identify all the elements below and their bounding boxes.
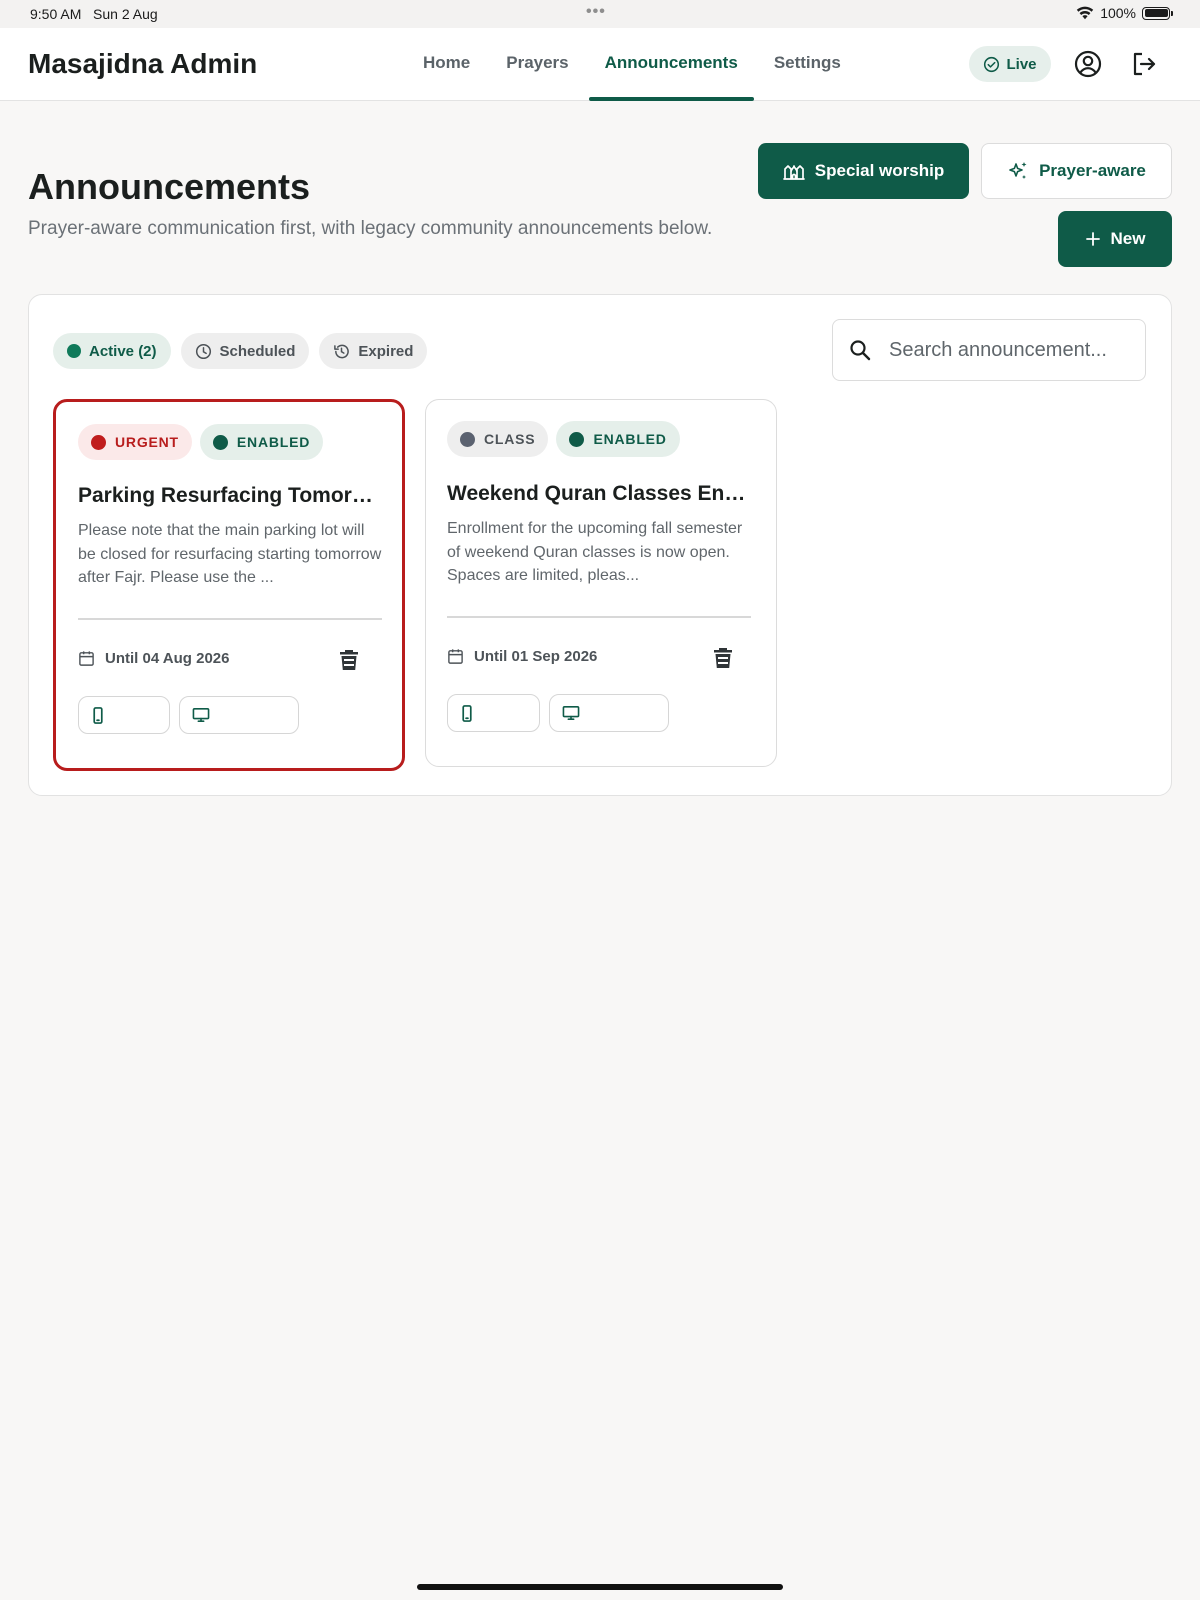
category-label: CLASS (484, 431, 536, 447)
filter-chip-scheduled-label: Scheduled (219, 342, 296, 360)
announcements-panel: Active (2) Scheduled Expired Search anno… (28, 294, 1172, 796)
urgent-dot-icon (91, 434, 106, 450)
category-badge-urgent: URGENT (78, 424, 192, 460)
card-expiry-label: Until 01 Sep 2026 (474, 648, 598, 665)
battery-icon (1142, 6, 1173, 20)
status-badge-enabled: ENABLED (556, 421, 680, 457)
prayer-aware-label: Prayer-aware (1039, 161, 1146, 180)
calendar-icon (79, 651, 94, 666)
channel-display-toggle[interactable] (179, 696, 299, 734)
page-title: Announcements (28, 166, 311, 207)
search-input[interactable] (889, 338, 1129, 362)
live-status-badge[interactable]: Live (969, 46, 1051, 82)
announcement-card[interactable]: URGENT ENABLED Parking Resurfacing Tomor… (53, 399, 405, 771)
new-announcement-button[interactable]: New (1058, 211, 1172, 267)
channel-display-toggle[interactable] (549, 694, 669, 732)
card-expiry-label: Until 04 Aug 2026 (105, 650, 230, 667)
card-body: Enrollment for the upcoming fall semeste… (447, 520, 743, 584)
new-label: New (1110, 229, 1146, 248)
clock-icon (195, 343, 211, 359)
card-title: Weekend Quran Classes Enrollment (447, 482, 747, 505)
status-right: 100% (1076, 5, 1173, 21)
category-badge-class: CLASS (447, 421, 549, 457)
nav-link-announcements[interactable]: Announcements (587, 28, 756, 101)
enabled-dot-icon (212, 434, 228, 450)
search-icon (850, 340, 871, 361)
nav-link-home[interactable]: Home (405, 28, 488, 101)
multitasking-dots-icon[interactable]: ••• (586, 3, 606, 21)
display-icon (562, 705, 580, 721)
prayer-aware-button[interactable]: Prayer-aware (981, 143, 1172, 199)
enabled-dot-icon (569, 431, 585, 447)
filter-chip-expired[interactable]: Expired (319, 333, 428, 369)
status-bar: 9:50 AM Sun 2 Aug ••• 100% (0, 0, 1200, 28)
filter-chip-active-label: Active (2) (89, 342, 157, 360)
special-worship-button[interactable]: Special worship (758, 143, 969, 199)
calendar-icon (448, 649, 463, 664)
category-label: URGENT (115, 434, 179, 450)
app-brand: Masajidna Admin (28, 48, 258, 79)
plus-icon (1085, 232, 1100, 246)
status-badge-enabled: ENABLED (199, 424, 324, 460)
wifi-icon (1076, 6, 1094, 20)
filter-chip-active[interactable]: Active (2) (53, 333, 171, 369)
mobile-icon (462, 704, 472, 722)
home-indicator[interactable] (417, 1584, 783, 1590)
battery-percent: 100% (1100, 5, 1136, 21)
filter-chip-expired-label: Expired (358, 342, 414, 360)
nav-link-settings[interactable]: Settings (756, 28, 859, 101)
card-title: Parking Resurfacing Tomorrow (78, 484, 378, 507)
card-badges: CLASS ENABLED (447, 421, 680, 457)
class-dot-icon (460, 431, 475, 447)
card-body: Please note that the main parking lot wi… (78, 522, 382, 586)
announcement-card[interactable]: CLASS ENABLED Weekend Quran Classes Enro… (425, 399, 777, 767)
status-filters: Active (2) Scheduled Expired (53, 333, 428, 369)
channel-mobile-toggle[interactable] (78, 696, 170, 734)
check-circle-icon (984, 56, 1000, 72)
status-time: 9:50 AM Sun 2 Aug (30, 6, 158, 22)
page-subtitle: Prayer-aware communication first, with l… (28, 218, 713, 239)
mosque-icon (782, 165, 805, 180)
top-navigation: Masajidna Admin Home Prayers Announcemen… (0, 28, 1200, 101)
filter-chip-scheduled[interactable]: Scheduled (180, 333, 310, 369)
display-icon (192, 707, 210, 723)
nav-link-prayers[interactable]: Prayers (488, 28, 586, 101)
status-date-text: Sun 2 Aug (93, 6, 158, 22)
sparkles-icon (1009, 162, 1027, 179)
logout-icon[interactable] (1128, 48, 1160, 80)
history-icon (334, 344, 350, 358)
special-worship-label: Special worship (814, 161, 945, 180)
channel-mobile-toggle[interactable] (447, 694, 540, 732)
nav-links: Home Prayers Announcements Settings (405, 28, 859, 101)
active-dot-icon (67, 344, 81, 358)
live-label: Live (1006, 55, 1037, 73)
status-label: ENABLED (236, 434, 311, 450)
delete-icon[interactable] (337, 647, 361, 673)
search-field[interactable] (832, 319, 1146, 381)
status-label: ENABLED (593, 431, 667, 447)
card-divider (78, 618, 382, 620)
account-circle-icon[interactable] (1072, 48, 1104, 80)
status-time-text: 9:50 AM (30, 6, 82, 22)
card-divider (447, 616, 751, 618)
card-badges: URGENT ENABLED (78, 424, 324, 460)
mobile-icon (93, 706, 103, 724)
card-expiry: Until 01 Sep 2026 (447, 648, 597, 665)
delete-icon[interactable] (711, 645, 735, 671)
card-expiry: Until 04 Aug 2026 (78, 650, 229, 667)
